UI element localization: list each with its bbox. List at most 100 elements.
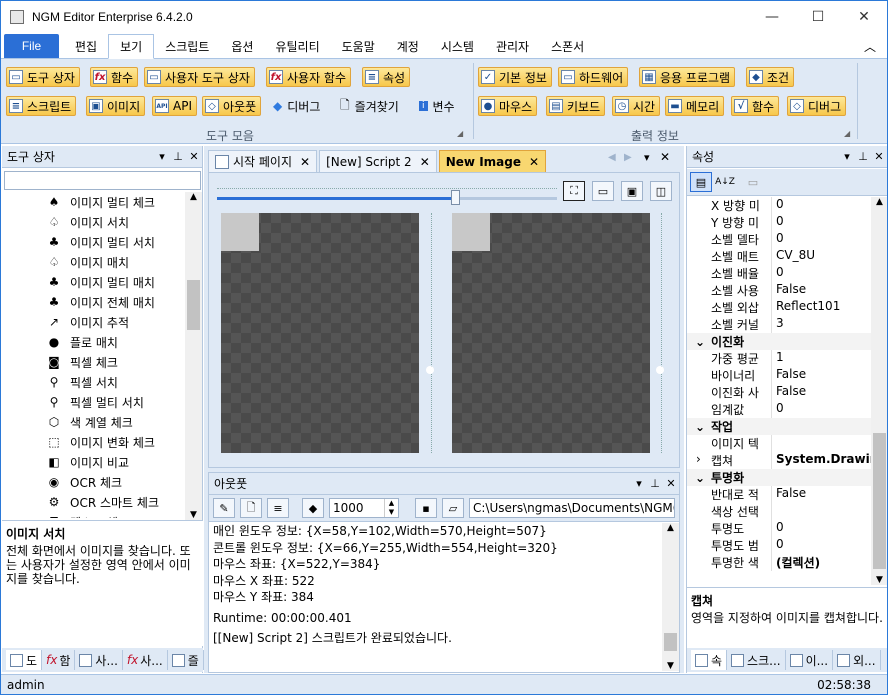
tab-user-toolbox[interactable]: 사... [75, 650, 123, 670]
menu-system[interactable]: 시스템 [430, 34, 485, 58]
tab-external[interactable]: 외... [833, 650, 881, 670]
menu-utility[interactable]: 유틸리티 [264, 34, 330, 58]
capture-button[interactable]: ⛶ [563, 181, 585, 201]
property-row[interactable]: 이미지 텍 [687, 435, 871, 452]
ribbon-favorites-button[interactable]: 🗋 즐겨찾기 [338, 96, 403, 116]
property-row[interactable]: 가중 평균 1 [687, 350, 871, 367]
ribbon-condition-button[interactable]: ◆ 조건 [746, 67, 795, 87]
property-value[interactable]: 3 [771, 316, 871, 333]
pin-icon[interactable]: ⊥ [647, 477, 663, 490]
maximize-button[interactable]: ☐ [795, 1, 841, 33]
close-icon[interactable]: ✕ [300, 155, 310, 169]
property-value[interactable]: 0 [771, 537, 871, 554]
picture-view-button[interactable]: ◫ [650, 181, 672, 201]
toolbox-item[interactable]: ♤ 이미지 매치 [2, 252, 185, 272]
property-value[interactable]: (컬렉션) [771, 554, 871, 571]
menu-help[interactable]: 도움말 [331, 34, 386, 58]
collapse-icon[interactable]: ⌄ [695, 335, 705, 349]
property-row[interactable]: 투명한 색 (컬렉션) [687, 554, 871, 571]
property-row[interactable]: 소벨 매트 CV_8U [687, 248, 871, 265]
close-button[interactable]: ✕ [841, 1, 887, 33]
tab-scroll-left-icon[interactable]: ◀ [608, 152, 616, 163]
toolbox-item[interactable]: ⬡ 색 계열 체크 [2, 412, 185, 432]
ribbon-basic-info-button[interactable]: ✓ 기본 정보 [478, 67, 552, 87]
dialog-launcher-icon[interactable]: ◢ [457, 129, 463, 138]
output-path-field[interactable]: C:\Users\ngmas\Documents\NGM6\ [469, 498, 675, 518]
pin-icon[interactable]: ⊥ [855, 150, 871, 163]
ribbon-script-button[interactable]: ≡ 스크립트 [6, 96, 77, 116]
property-row[interactable]: 바이너리 False [687, 367, 871, 384]
property-row[interactable]: 색상 선택 [687, 503, 871, 520]
ribbon-memory-button[interactable]: ▬ 메모리 [665, 96, 725, 116]
toolbox-item[interactable]: T 텍스트 체크 [2, 512, 185, 518]
menu-edit[interactable]: 편집 [64, 34, 108, 58]
collapse-icon[interactable]: ⌄ [695, 420, 705, 434]
tab-start-page[interactable]: 시작 페이지 ✕ [208, 150, 318, 172]
property-row[interactable]: 투명도 0 [687, 520, 871, 537]
menu-options[interactable]: 옵션 [220, 34, 264, 58]
menu-file[interactable]: File [4, 34, 59, 58]
toolbox-item[interactable]: ♠ 이미지 멀티 체크 [2, 192, 185, 212]
property-row[interactable]: X 방향 미 0 [687, 197, 871, 214]
property-category[interactable]: ⌄ 작업 [687, 418, 871, 435]
property-value[interactable]: False [771, 367, 871, 384]
canvas-handle[interactable] [656, 366, 664, 374]
property-value[interactable]: 0 [771, 265, 871, 282]
property-value[interactable]: 1 [771, 350, 871, 367]
property-value[interactable]: 0 [771, 520, 871, 537]
properties-scrollbar[interactable]: ▲ ▼ [871, 197, 887, 585]
dropdown-icon[interactable]: ▾ [644, 151, 650, 164]
property-value[interactable]: System.Drawin [771, 452, 871, 469]
save-button[interactable]: ▪ [415, 498, 437, 518]
minimize-button[interactable]: — [749, 1, 795, 33]
ribbon-function2-button[interactable]: √ 함수 [731, 96, 780, 116]
property-row[interactable]: 소벨 배율 0 [687, 265, 871, 282]
property-row[interactable]: Y 방향 미 0 [687, 214, 871, 231]
property-value[interactable]: 0 [771, 214, 871, 231]
scroll-thumb[interactable] [187, 280, 200, 330]
scroll-thumb[interactable] [664, 633, 677, 651]
ribbon-output-button[interactable]: ◇ 아웃풋 [202, 96, 262, 116]
toolbox-item[interactable]: ⚲ 픽셀 서치 [2, 372, 185, 392]
close-icon[interactable]: ✕ [186, 150, 202, 163]
dropdown-icon[interactable]: ▾ [631, 477, 647, 490]
toolbox-item[interactable]: ♣ 이미지 멀티 매치 [2, 272, 185, 292]
image-view-button[interactable]: ▣ [621, 181, 643, 201]
menu-sponsor[interactable]: 스폰서 [540, 34, 595, 58]
toolbox-scrollbar[interactable]: ▲ ▼ [185, 192, 202, 520]
close-icon[interactable]: ✕ [529, 155, 539, 169]
line-count-stepper[interactable]: 1000 ▲ ▼ [329, 498, 399, 518]
toolbox-item[interactable]: ♣ 이미지 전체 매치 [2, 292, 185, 312]
menu-script[interactable]: 스크립트 [154, 34, 220, 58]
property-pages-button[interactable]: ▭ [742, 172, 764, 192]
image-canvas-left[interactable] [221, 213, 419, 453]
window-view-button[interactable]: ▭ [592, 181, 614, 201]
zoom-slider-track[interactable] [217, 197, 557, 200]
canvas-handle[interactable] [426, 366, 434, 374]
toolbox-item[interactable]: ♤ 이미지 서치 [2, 212, 185, 232]
ribbon-user-toolbox-button[interactable]: ▭ 사용자 도구 상자 [144, 67, 255, 87]
property-row[interactable]: 소벨 사용 False [687, 282, 871, 299]
property-row[interactable]: 소벨 외삽 Reflect101 [687, 299, 871, 316]
property-row[interactable]: 반대로 적 False [687, 486, 871, 503]
toolbox-item[interactable]: ⚲ 픽셀 멀티 서치 [2, 392, 185, 412]
tab-user-functions[interactable]: fx 사... [123, 650, 168, 670]
toolbox-item[interactable]: ◉ OCR 체크 [2, 472, 185, 492]
tab-properties[interactable]: 속 [691, 650, 728, 670]
property-value[interactable]: 0 [771, 401, 871, 418]
ribbon-applications-button[interactable]: ▦ 응용 프로그램 [639, 67, 736, 87]
close-icon[interactable]: ✕ [660, 150, 670, 164]
ribbon-debug2-button[interactable]: ◇ 디버그 [787, 96, 847, 116]
new-doc-button[interactable]: 🗋 [240, 498, 262, 518]
property-row[interactable]: 임계값 0 [687, 401, 871, 418]
property-value[interactable] [771, 503, 871, 520]
close-icon[interactable]: ✕ [420, 155, 430, 169]
property-value[interactable]: 0 [771, 197, 871, 214]
collapse-icon[interactable]: ⌄ [695, 471, 705, 485]
property-value[interactable]: 0 [771, 231, 871, 248]
property-row[interactable]: › 캡쳐 System.Drawin [687, 452, 871, 469]
property-value[interactable] [771, 435, 871, 452]
ribbon-api-button[interactable]: API API [152, 96, 197, 116]
ribbon-hardware-button[interactable]: ▭ 하드웨어 [558, 67, 629, 87]
expand-icon[interactable]: › [696, 452, 701, 466]
